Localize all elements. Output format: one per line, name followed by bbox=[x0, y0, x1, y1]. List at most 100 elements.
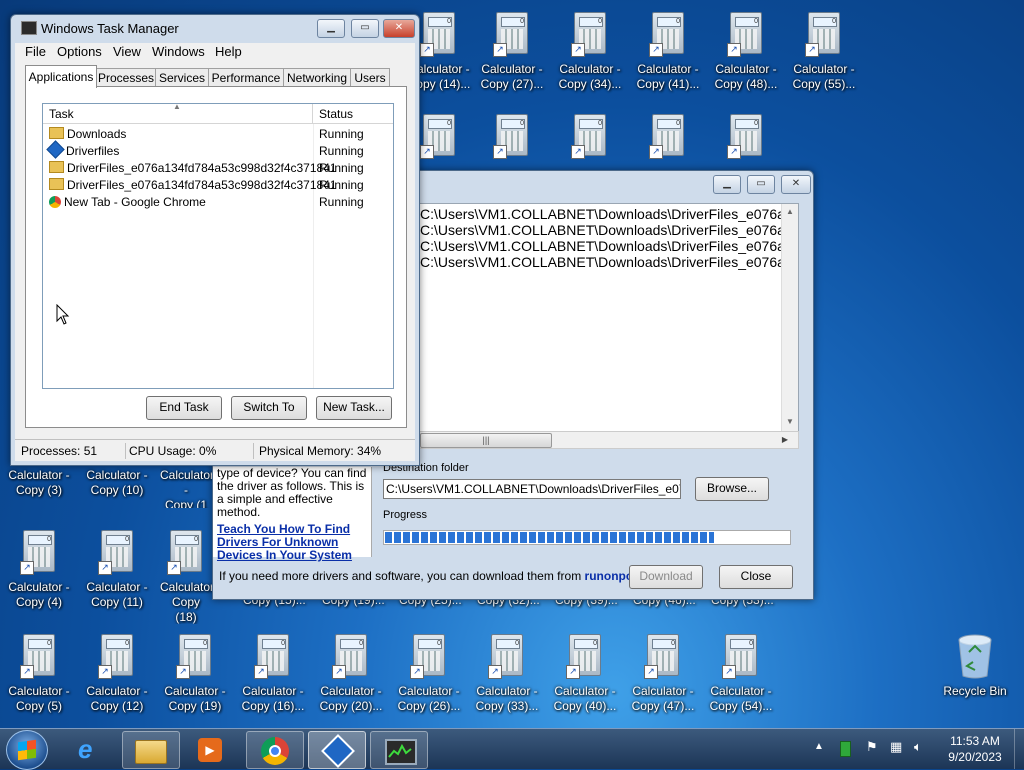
scroll-thumb[interactable]: ||| bbox=[420, 433, 552, 448]
taskbar-driver-app[interactable] bbox=[308, 731, 366, 769]
table-row[interactable]: DriverFiles_e076a134fd784a53c998d32f4c37… bbox=[49, 177, 337, 194]
task-list[interactable]: Task ▲ Status Downloads Driverfiles Driv… bbox=[42, 102, 394, 389]
calculator-shortcut[interactable]: 0 ↗ Calculator - Copy (16)... bbox=[234, 628, 312, 728]
calculator-icon: 0 ↗ bbox=[727, 12, 762, 57]
taskbar-chrome[interactable] bbox=[246, 731, 304, 769]
tab-users[interactable]: Users bbox=[350, 68, 390, 88]
calculator-shortcut[interactable]: 0 ↗ Calculator - Copy (5) bbox=[0, 628, 78, 728]
calculator-shortcut[interactable]: 0 ↗ Calculator - Copy (20)... bbox=[312, 628, 390, 728]
tab-processes[interactable]: Processes bbox=[96, 68, 156, 88]
progress-label: Progress bbox=[383, 509, 428, 521]
tab-performance[interactable]: Performance bbox=[208, 68, 284, 88]
taskbar: e ▶ ▲ ⚑ ▦ 🔈︎ 11:53 AM 9/20/2023 bbox=[0, 728, 1024, 770]
calculator-shortcut[interactable]: 0 ↗ bbox=[551, 108, 629, 170]
info-text: type of device? You can find the driver … bbox=[217, 466, 367, 519]
menu-view[interactable]: View bbox=[113, 43, 141, 61]
menu-options[interactable]: Options bbox=[57, 43, 102, 61]
table-row[interactable]: Driverfiles bbox=[46, 140, 119, 160]
calculator-shortcut[interactable]: 0 ↗ Calculator - Copy (12) bbox=[78, 628, 156, 728]
calculator-shortcut[interactable]: 0 ↗ Calculator - Copy (54)... bbox=[702, 628, 780, 728]
clock[interactable]: 11:53 AM 9/20/2023 bbox=[940, 733, 1010, 765]
calculator-shortcut[interactable]: 0 ↗ Calculator - Copy (4) bbox=[0, 524, 78, 624]
calculator-icon: 0 ↗ bbox=[167, 530, 202, 575]
browse-button[interactable]: Browse... bbox=[695, 477, 769, 501]
calculator-icon: 0 ↗ bbox=[20, 530, 55, 575]
network-icon[interactable]: ▦ bbox=[890, 739, 906, 755]
cpu-usage: CPU Usage: 0% bbox=[129, 444, 217, 458]
calculator-shortcut[interactable]: 0 ↗ Calculator - Copy (26)... bbox=[390, 628, 468, 728]
tray-flag-icon[interactable]: ⚑ bbox=[866, 739, 880, 755]
table-row[interactable]: New Tab - Google Chrome bbox=[49, 194, 206, 211]
chrome-icon bbox=[49, 196, 61, 208]
calculator-shortcut[interactable]: 0 ↗ Calculator Copy (18) bbox=[160, 524, 212, 624]
menu-windows[interactable]: Windows bbox=[152, 43, 205, 61]
task-manager-window[interactable]: Windows Task Manager ▁ ▭ ✕ File Options … bbox=[10, 14, 420, 466]
calculator-shortcut[interactable]: 0 ↗ Calculator - Copy (40)... bbox=[546, 628, 624, 728]
tab-networking[interactable]: Networking bbox=[283, 68, 351, 88]
tray-green-icon[interactable] bbox=[840, 741, 851, 757]
taskbar-file-explorer[interactable] bbox=[122, 731, 180, 769]
show-desktop-button[interactable] bbox=[1014, 729, 1024, 769]
recycle-bin[interactable]: Recycle Bin bbox=[936, 628, 1014, 728]
start-button[interactable] bbox=[6, 730, 48, 770]
scroll-down-arrow-icon[interactable]: ▼ bbox=[782, 414, 798, 430]
mouse-cursor-icon bbox=[56, 304, 70, 325]
switch-to-button[interactable]: Switch To bbox=[231, 396, 307, 420]
calculator-shortcut[interactable]: 0 ↗ Calculator - Copy (11) bbox=[78, 524, 156, 624]
download-button[interactable]: Download bbox=[629, 565, 703, 589]
calculator-shortcut[interactable]: 0 ↗ Calculator - Copy (55)... bbox=[785, 6, 863, 106]
column-header-task[interactable]: Task ▲ bbox=[43, 102, 313, 124]
close-dialog-button[interactable]: Close bbox=[719, 565, 793, 589]
calculator-icon: 0 ↗ bbox=[98, 634, 133, 679]
row-status: Running bbox=[319, 144, 364, 158]
scroll-right-arrow-icon[interactable]: ▶ bbox=[782, 432, 788, 447]
taskbar-media-player[interactable]: ▶ bbox=[184, 731, 240, 767]
maximize-button[interactable]: ▭ bbox=[747, 175, 775, 194]
calculator-shortcut[interactable]: 0 ↗ Calculator - Copy (41)... bbox=[629, 6, 707, 106]
teach-link[interactable]: Teach You How To Find Drivers For Unknow… bbox=[217, 523, 367, 562]
minimize-button[interactable]: ▁ bbox=[317, 19, 345, 38]
folder-icon bbox=[49, 161, 64, 173]
process-count: Processes: 51 bbox=[21, 444, 98, 458]
taskbar-task-manager[interactable] bbox=[370, 731, 428, 769]
calculator-shortcut[interactable]: 0 ↗ Calculator - Copy (33)... bbox=[468, 628, 546, 728]
tab-services[interactable]: Services bbox=[155, 68, 209, 88]
menu-file[interactable]: File bbox=[25, 43, 46, 61]
calculator-icon: 0 ↗ bbox=[571, 114, 606, 159]
destination-field[interactable]: C:\Users\VM1.COLLABNET\Downloads\DriverF… bbox=[383, 479, 681, 499]
maximize-button[interactable]: ▭ bbox=[351, 19, 379, 38]
close-button[interactable]: ✕ bbox=[383, 19, 415, 38]
calculator-shortcut[interactable]: 0 ↗ bbox=[629, 108, 707, 170]
column-header-status[interactable]: Status bbox=[313, 104, 393, 124]
calculator-shortcut[interactable]: 0 ↗ Calculator - Copy (47)... bbox=[624, 628, 702, 728]
calculator-shortcut[interactable]: 0 ↗ Calculator - Copy (34)... bbox=[551, 6, 629, 106]
menu-help[interactable]: Help bbox=[215, 43, 242, 61]
minimize-button[interactable]: ▁ bbox=[713, 175, 741, 194]
tab-applications[interactable]: Applications bbox=[25, 65, 97, 88]
scroll-up-arrow-icon[interactable]: ▲ bbox=[782, 204, 798, 220]
taskbar-internet-explorer[interactable]: e bbox=[64, 731, 120, 767]
show-hidden-icons-button[interactable]: ▲ bbox=[814, 741, 824, 752]
end-task-button[interactable]: End Task bbox=[146, 396, 222, 420]
progress-bar bbox=[383, 530, 791, 545]
log-line: C:\Users\VM1.COLLABNET\Downloads\DriverF… bbox=[420, 222, 799, 238]
taskmgr-titlebar[interactable]: Windows Task Manager ▁ ▭ ✕ bbox=[11, 15, 419, 45]
download-log[interactable]: C:\Users\VM1.COLLABNET\Downloads\DriverF… bbox=[419, 203, 799, 435]
new-task-button[interactable]: New Task... bbox=[316, 396, 392, 420]
task-manager-icon bbox=[385, 739, 417, 765]
volume-icon[interactable]: 🔈︎ bbox=[914, 739, 930, 755]
calculator-icon: 0 ↗ bbox=[644, 634, 679, 679]
calculator-shortcut[interactable]: 0 ↗ bbox=[473, 108, 551, 170]
calculator-shortcut[interactable]: 0 ↗ Calculator - Copy (48)... bbox=[707, 6, 785, 106]
table-row[interactable]: DriverFiles_e076a134fd784a53c998d32f4c37… bbox=[49, 160, 337, 177]
calculator-shortcut[interactable]: 0 ↗ bbox=[707, 108, 785, 170]
vertical-scrollbar[interactable]: ▲ ▼ bbox=[781, 204, 798, 434]
table-row[interactable]: Downloads bbox=[49, 126, 126, 143]
driver-app-icon bbox=[321, 734, 355, 768]
calculator-icon: 0 ↗ bbox=[488, 634, 523, 679]
calculator-shortcut[interactable]: 0 ↗ Calculator - Copy (27)... bbox=[473, 6, 551, 106]
calculator-shortcut[interactable]: 0 ↗ Calculator - Copy (19) bbox=[156, 628, 234, 728]
status-bar: Processes: 51 CPU Usage: 0% Physical Mem… bbox=[15, 439, 415, 462]
horizontal-scrollbar[interactable]: ||| ▶ bbox=[419, 431, 799, 449]
close-button[interactable]: ✕ bbox=[781, 175, 811, 194]
